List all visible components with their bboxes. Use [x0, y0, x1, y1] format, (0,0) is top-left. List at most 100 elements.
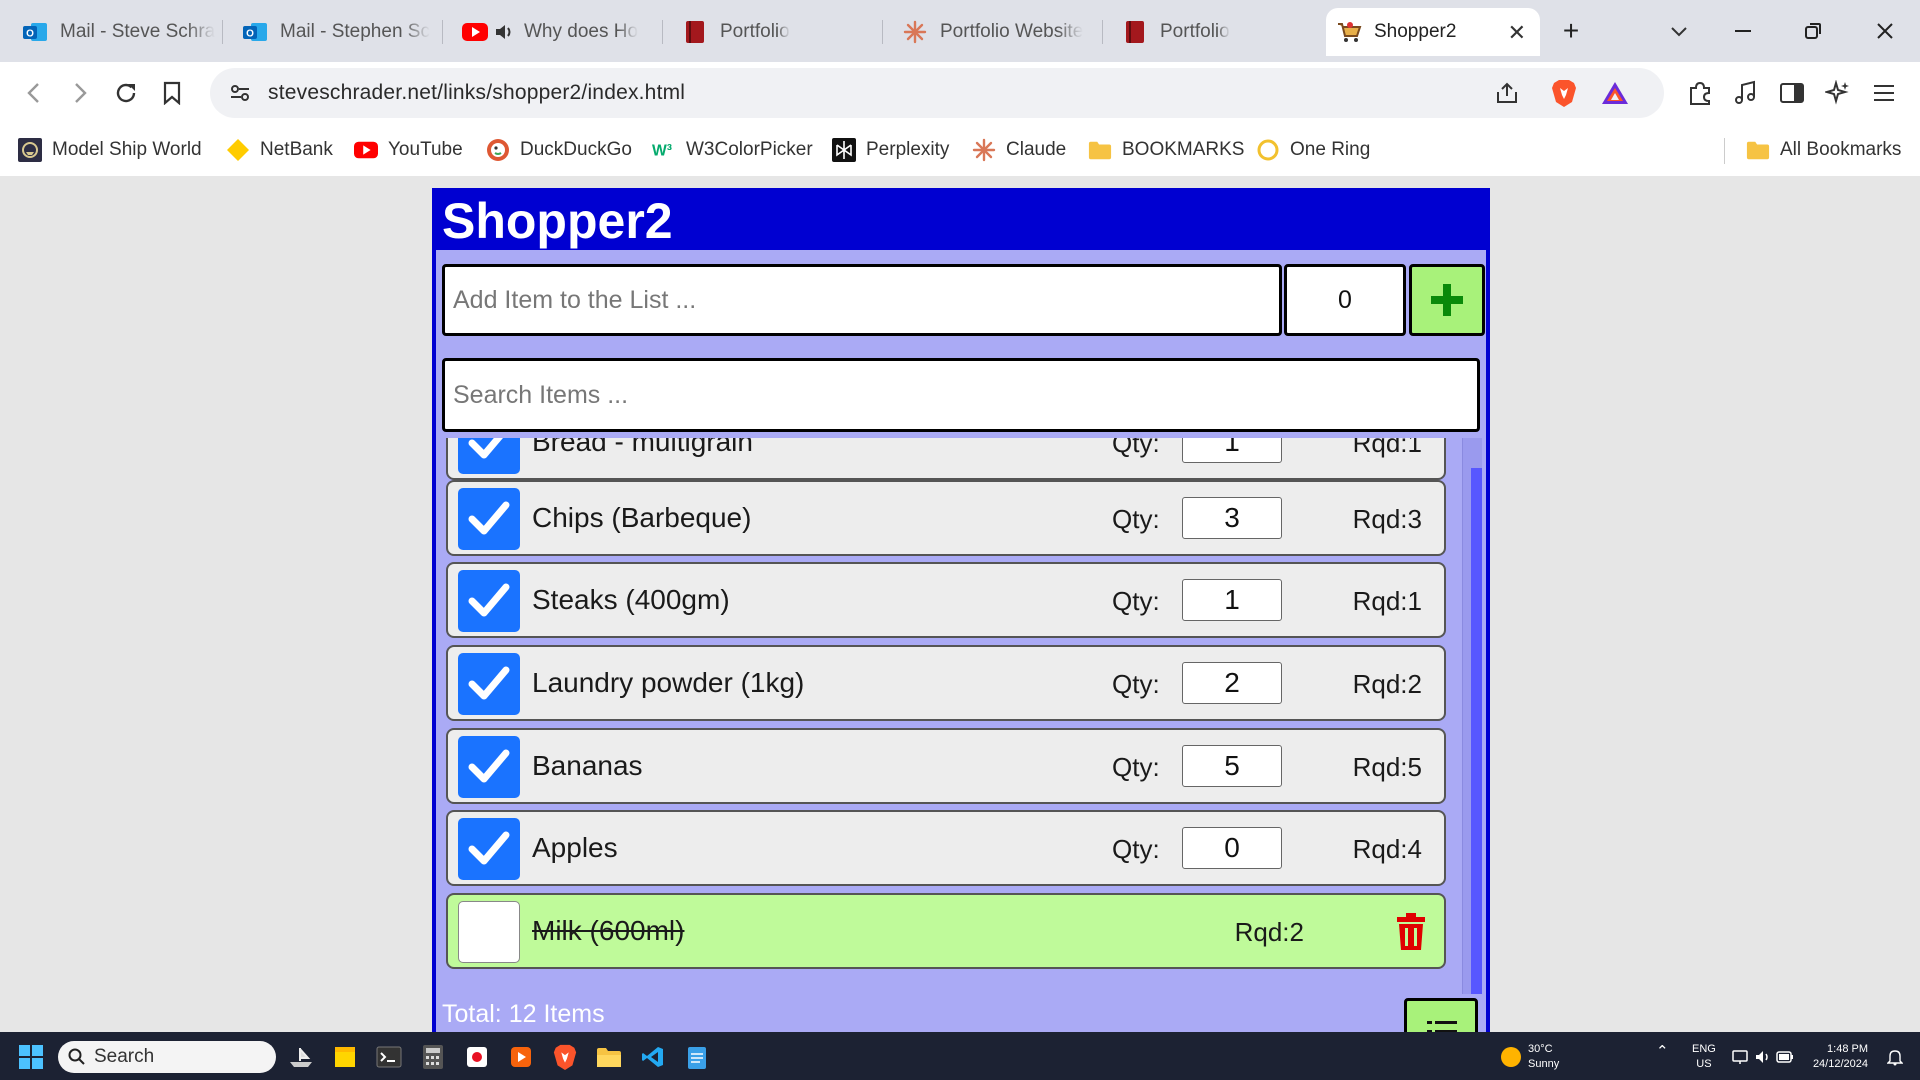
- notepad-icon: [688, 1047, 706, 1069]
- tab-mail-2[interactable]: O Mail - Stephen Sc: [232, 8, 440, 56]
- extensions-button[interactable]: [1680, 73, 1720, 113]
- bookmark-page-button[interactable]: [152, 73, 192, 113]
- site-settings-icon[interactable]: [228, 81, 252, 105]
- url-text[interactable]: steveschrader.net/links/shopper2/index.h…: [268, 81, 685, 105]
- bookmark-netbank[interactable]: NetBank: [226, 136, 333, 164]
- bookmark-duckduckgo[interactable]: DuckDuckGo: [486, 136, 632, 164]
- taskbar-app-brave[interactable]: [548, 1040, 582, 1074]
- bookmark-model-ship-world[interactable]: Model Ship World: [18, 136, 202, 164]
- taskbar-app-snipping[interactable]: [460, 1040, 494, 1074]
- qty-input[interactable]: 3: [1182, 497, 1282, 539]
- required-qty: Rqd:1: [1352, 586, 1422, 616]
- w3-icon: W³: [652, 138, 676, 162]
- tab-mail-1[interactable]: O Mail - Steve Schra: [12, 8, 220, 56]
- share-icon[interactable]: [1494, 80, 1520, 106]
- list-scrollbar[interactable]: [1462, 438, 1482, 994]
- reload-button[interactable]: [106, 73, 146, 113]
- taskbar-app-notepad[interactable]: [680, 1040, 714, 1074]
- list-item: Chips (Barbeque) Qty: 3 Rqd:3: [446, 480, 1446, 556]
- tab-portfolio-2[interactable]: Portfolio: [1112, 8, 1320, 56]
- taskbar-app-vscode[interactable]: [636, 1040, 670, 1074]
- language-indicator[interactable]: ENG US: [1692, 1042, 1716, 1072]
- minimize-button[interactable]: [1720, 10, 1766, 52]
- duckduckgo-icon: [486, 138, 510, 162]
- clock[interactable]: 1:48 PM 24/12/2024: [1812, 1042, 1868, 1072]
- taskbar-app-media-player[interactable]: [504, 1040, 538, 1074]
- weather-widget[interactable]: 30°C Sunny: [1528, 1042, 1559, 1072]
- sparkle-icon: [1825, 80, 1849, 105]
- add-item-button[interactable]: [1409, 264, 1485, 336]
- brave-shields-icon[interactable]: [1550, 78, 1578, 108]
- brave-rewards-icon[interactable]: [1600, 80, 1630, 106]
- item-checkbox[interactable]: [458, 818, 520, 880]
- notification-bell-icon[interactable]: [1878, 1040, 1912, 1074]
- bookmark-claude[interactable]: Claude: [972, 136, 1066, 164]
- plus-icon: [1431, 284, 1463, 316]
- qty-input[interactable]: 1: [1182, 579, 1282, 621]
- tab-search-button[interactable]: [1656, 10, 1702, 52]
- chevron-up-icon[interactable]: ⌃: [1656, 1044, 1669, 1059]
- address-bar[interactable]: steveschrader.net/links/shopper2/index.h…: [210, 68, 1664, 118]
- sidebar-button[interactable]: [1772, 73, 1812, 113]
- back-arrow-icon: [27, 83, 39, 103]
- bookmark-folder-bookmarks[interactable]: BOOKMARKS: [1088, 136, 1244, 164]
- weather-icon[interactable]: [1494, 1040, 1528, 1074]
- tab-separator: [442, 20, 443, 44]
- taskbar-app-terminal[interactable]: [372, 1040, 406, 1074]
- new-tab-button[interactable]: +: [1548, 10, 1594, 52]
- tab-shopper2[interactable]: Shopper2 ✕: [1326, 8, 1540, 56]
- browser-toolbar: steveschrader.net/links/shopper2/index.h…: [0, 62, 1920, 124]
- music-note-icon: [1735, 80, 1755, 104]
- item-checkbox[interactable]: [458, 570, 520, 632]
- sort-button[interactable]: [1404, 998, 1478, 1032]
- system-tray-icons[interactable]: [1730, 1040, 1796, 1074]
- taskbar-app-file-explorer[interactable]: [592, 1040, 626, 1074]
- item-list[interactable]: Bread - multigrain Qty: 1 Rqd:1 Chips (B…: [442, 438, 1482, 994]
- bookmark-w3colorpicker[interactable]: W³ W3ColorPicker: [652, 136, 813, 164]
- bookmark-perplexity[interactable]: Perplexity: [832, 136, 949, 164]
- taskbar-app-calculator[interactable]: [416, 1040, 450, 1074]
- svg-text:W³: W³: [652, 143, 672, 160]
- checkmark-icon: [468, 583, 510, 617]
- tab-portfolio-1[interactable]: Portfolio: [672, 8, 880, 56]
- qty-input[interactable]: 0: [1182, 827, 1282, 869]
- taskbar-app-ship[interactable]: [284, 1040, 318, 1074]
- brave-icon: [553, 1044, 577, 1070]
- qty-input[interactable]: 5: [1182, 745, 1282, 787]
- item-checkbox[interactable]: [458, 488, 520, 550]
- media-button[interactable]: [1726, 73, 1766, 113]
- restore-button[interactable]: [1790, 10, 1836, 52]
- menu-button[interactable]: [1864, 73, 1904, 113]
- taskbar-search[interactable]: Search: [58, 1041, 276, 1073]
- item-checkbox[interactable]: [458, 901, 520, 963]
- tab-separator: [882, 20, 883, 44]
- tab-youtube[interactable]: Why does Ho: [452, 8, 660, 56]
- restore-icon: [1805, 23, 1821, 39]
- bookmark-one-ring[interactable]: One Ring: [1256, 136, 1370, 164]
- qty-input[interactable]: 2: [1182, 662, 1282, 704]
- add-item-input[interactable]: Add Item to the List ...: [442, 264, 1282, 336]
- add-qty-input[interactable]: 0: [1284, 264, 1406, 336]
- forward-button[interactable]: [60, 73, 100, 113]
- close-tab-icon[interactable]: ✕: [1508, 20, 1526, 46]
- item-checkbox[interactable]: [458, 653, 520, 715]
- bookmark-youtube[interactable]: YouTube: [354, 136, 463, 164]
- search-input[interactable]: Search Items ...: [442, 358, 1480, 432]
- qty-input[interactable]: 1: [1182, 438, 1282, 463]
- item-checkbox[interactable]: [458, 438, 520, 474]
- battery-icon: [1776, 1051, 1793, 1063]
- scrollbar-thumb[interactable]: [1471, 468, 1482, 994]
- leo-ai-button[interactable]: [1818, 73, 1858, 113]
- speaker-icon[interactable]: [494, 19, 514, 45]
- back-button[interactable]: [14, 73, 54, 113]
- required-qty: Rqd:5: [1352, 752, 1422, 782]
- bookmark-all-bookmarks[interactable]: All Bookmarks: [1746, 136, 1901, 164]
- start-button[interactable]: [14, 1040, 48, 1074]
- close-window-button[interactable]: [1862, 10, 1908, 52]
- taskbar-app-sticky-notes[interactable]: [328, 1040, 362, 1074]
- trash-icon[interactable]: [1396, 913, 1426, 951]
- list-item-completed: Milk (600ml) Rqd:2: [446, 893, 1446, 969]
- item-checkbox[interactable]: [458, 736, 520, 798]
- tab-portfolio-website[interactable]: Portfolio Website: [892, 8, 1100, 56]
- qty-label: Qty:: [1112, 504, 1160, 534]
